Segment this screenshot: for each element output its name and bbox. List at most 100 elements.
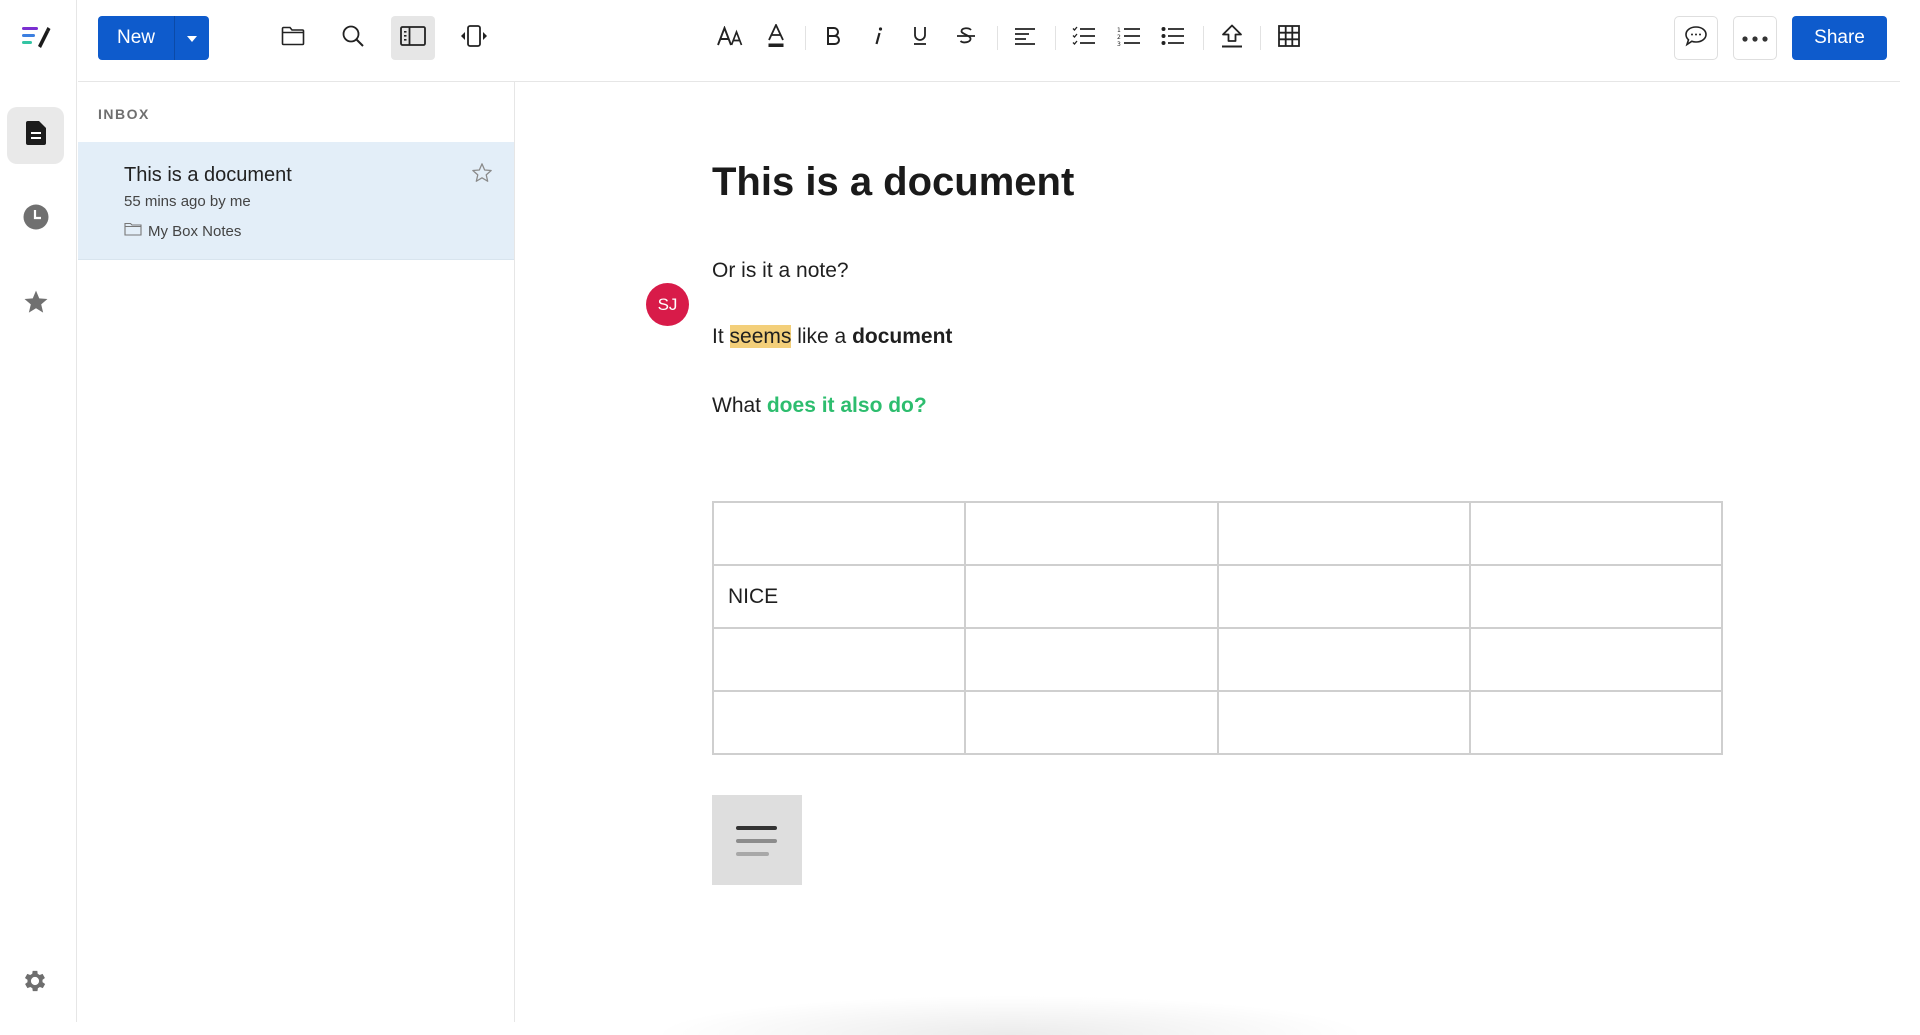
green-text: does it also do?	[766, 394, 927, 417]
note-folder: My Box Notes	[124, 222, 241, 240]
new-dropdown-button[interactable]	[175, 16, 209, 60]
search-icon	[341, 24, 365, 53]
text-color-icon	[767, 22, 785, 53]
text-run: What	[712, 394, 767, 417]
table-row	[711, 501, 1724, 566]
paragraph-2[interactable]: It seems like a document	[712, 325, 952, 349]
table-cell[interactable]	[964, 690, 1219, 755]
text-size-icon	[717, 24, 745, 51]
italic-button[interactable]	[856, 16, 900, 60]
toolbar-separator	[997, 26, 998, 50]
star-outline-icon	[471, 163, 493, 188]
align-left-icon	[1014, 27, 1036, 50]
numbered-list-button[interactable]: 123	[1107, 16, 1151, 60]
document-title[interactable]: This is a document	[712, 160, 1074, 205]
table-row	[711, 690, 1724, 755]
table-cell[interactable]	[1216, 627, 1471, 692]
rail-notes-button[interactable]	[7, 107, 64, 164]
checklist-button[interactable]	[1062, 16, 1106, 60]
note-title: This is a document	[124, 164, 292, 186]
toolbar-separator	[1055, 26, 1056, 50]
toggle-sidebar-button[interactable]	[391, 16, 435, 60]
strikethrough-button[interactable]	[944, 16, 988, 60]
star-icon	[23, 289, 49, 320]
highlighted-text: seems	[729, 325, 792, 348]
inbox-section-label: INBOX	[98, 106, 150, 122]
note-meta: 55 mins ago by me	[124, 193, 251, 210]
toolbar-separator	[805, 26, 806, 50]
align-button[interactable]	[1003, 16, 1047, 60]
table-cell[interactable]	[1216, 564, 1471, 629]
clock-icon	[23, 204, 49, 235]
document-table: NICE	[711, 501, 1724, 755]
new-button[interactable]: New	[98, 16, 175, 60]
document-icon	[25, 121, 46, 150]
upload-button[interactable]	[1210, 16, 1254, 60]
table-cell[interactable]	[964, 501, 1219, 566]
comment-icon	[1684, 25, 1708, 52]
upload-icon	[1221, 24, 1243, 53]
svg-text:1: 1	[1117, 27, 1121, 34]
text-color-button[interactable]	[754, 16, 798, 60]
favorite-toggle[interactable]	[471, 162, 493, 184]
new-button-group: New	[98, 16, 209, 60]
table-cell[interactable]	[711, 501, 967, 566]
paragraph-1[interactable]: Or is it a note?	[712, 259, 849, 283]
bold-button[interactable]	[811, 16, 855, 60]
table-cell[interactable]	[711, 690, 967, 755]
expand-width-icon	[459, 24, 489, 52]
svg-text:2: 2	[1117, 34, 1121, 41]
numbered-list-icon: 123	[1117, 26, 1141, 51]
folder-name: My Box Notes	[148, 222, 242, 240]
table-row: NICE	[711, 564, 1724, 629]
bulleted-list-button[interactable]	[1151, 16, 1195, 60]
italic-icon	[873, 26, 883, 50]
folder-icon	[281, 26, 305, 51]
text-run: like a	[791, 325, 853, 348]
insert-table-button[interactable]	[1267, 16, 1311, 60]
toolbar-separator	[1203, 26, 1204, 50]
table-cell[interactable]	[964, 627, 1219, 692]
share-button[interactable]: Share	[1792, 16, 1887, 60]
table-cell[interactable]	[1216, 501, 1471, 566]
strikethrough-icon	[956, 26, 976, 51]
more-icon	[1742, 29, 1768, 47]
table-cell[interactable]	[1216, 690, 1471, 755]
table-cell[interactable]	[1468, 627, 1724, 692]
expand-width-button[interactable]	[452, 16, 496, 60]
table-cell[interactable]	[1468, 690, 1724, 755]
table-cell[interactable]	[964, 564, 1219, 629]
paragraph-3[interactable]: What does it also do?	[712, 394, 927, 418]
underline-button[interactable]	[898, 16, 942, 60]
table-cell[interactable]: NICE	[711, 564, 967, 629]
table-cell[interactable]	[1468, 501, 1724, 566]
collaborator-avatar[interactable]: SJ	[646, 283, 689, 326]
left-rail	[0, 0, 77, 1022]
rail-favorites-button[interactable]	[7, 276, 64, 333]
sidebar-toggle-icon	[400, 25, 426, 51]
toolbar-separator	[1260, 26, 1261, 50]
bulleted-list-icon	[1161, 26, 1185, 51]
browse-folders-button[interactable]	[271, 16, 315, 60]
gear-icon	[21, 970, 49, 999]
notes-list-panel: INBOX This is a document 55 mins ago by …	[78, 82, 515, 1022]
more-options-button[interactable]	[1733, 16, 1777, 60]
table-cell[interactable]	[1468, 564, 1724, 629]
underline-icon	[913, 26, 927, 51]
box-notes-logo[interactable]	[20, 24, 52, 50]
settings-button[interactable]	[21, 967, 49, 995]
rail-recents-button[interactable]	[7, 191, 64, 248]
folder-icon	[124, 222, 142, 240]
bold-icon	[826, 26, 840, 50]
text-run: It	[712, 325, 730, 348]
list-item[interactable]: This is a document 55 mins ago by me My …	[78, 142, 514, 260]
floating-panel-shadow	[650, 995, 1370, 1035]
bold-text: document	[852, 325, 953, 348]
table-cell[interactable]	[711, 627, 967, 692]
search-button[interactable]	[331, 16, 375, 60]
text-size-button[interactable]	[709, 16, 753, 60]
embedded-text-block[interactable]	[712, 795, 802, 885]
table-icon	[1278, 24, 1300, 52]
svg-text:3: 3	[1117, 41, 1121, 46]
comments-button[interactable]	[1674, 16, 1718, 60]
